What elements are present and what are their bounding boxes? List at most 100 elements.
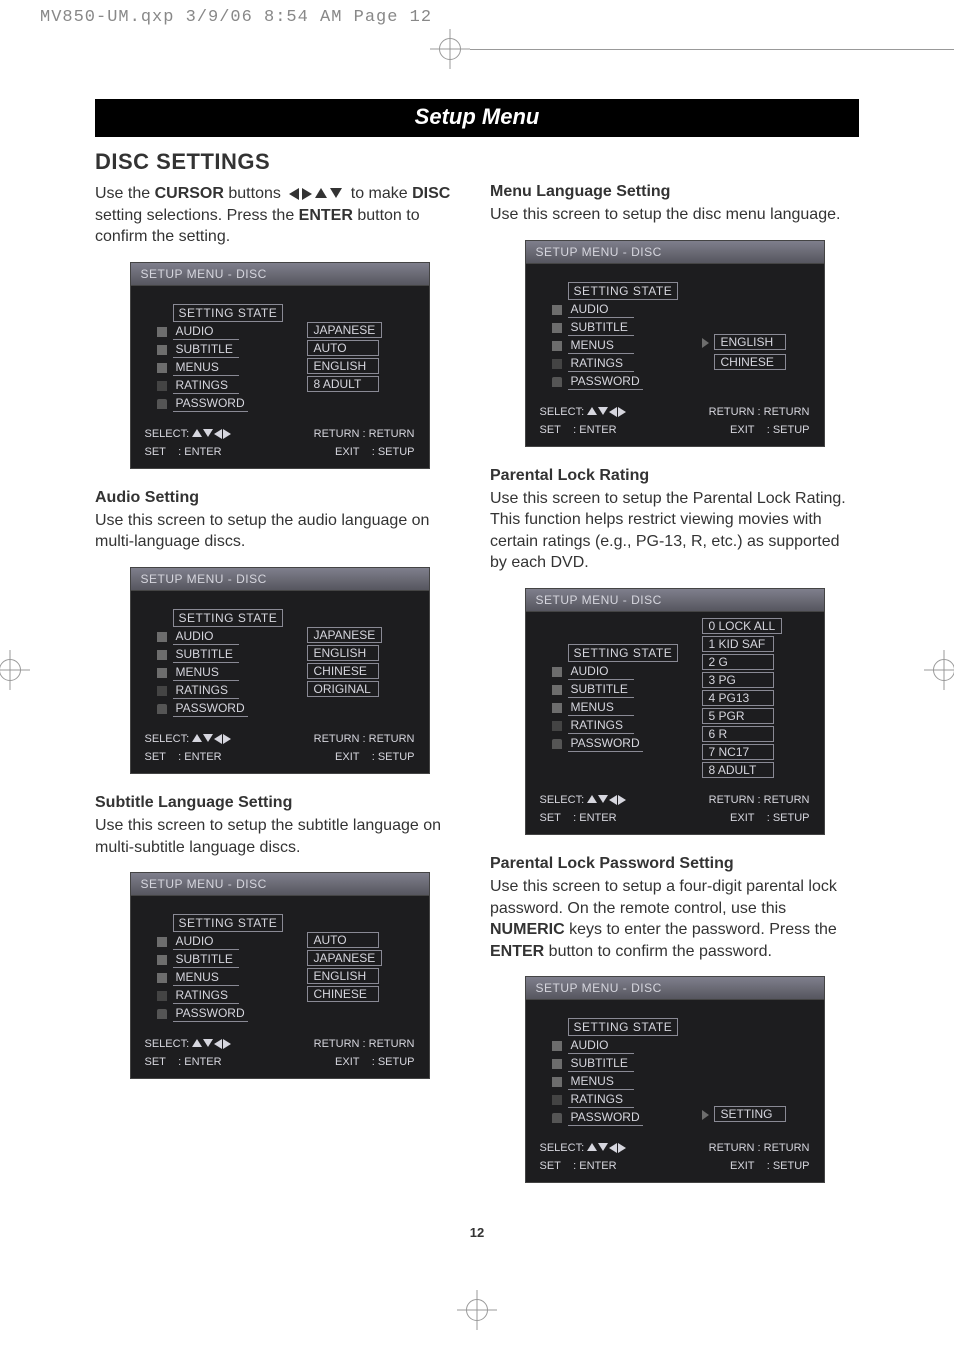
osd-rating: SETUP MENU - DISC SETTING STATE AUDIO SU… [525, 588, 825, 835]
osd-left-item: AUDIO [568, 664, 634, 680]
osd-footer-label: SELECT: [145, 733, 190, 745]
osd-footer-label: : ENTER [178, 1056, 221, 1068]
osd-val: ENGLISH [307, 645, 379, 661]
osd-val: 4 PG13 [702, 690, 774, 706]
osd-footer-label: EXIT [730, 812, 754, 824]
heading-subtitle: Subtitle Language Setting [95, 794, 464, 812]
osd-left-item: MENUS [568, 338, 634, 354]
osd-footer-label: RETURN : RETURN [709, 1142, 810, 1154]
osd-val: AUTO [307, 340, 379, 356]
osd-val: CHINESE [714, 354, 786, 370]
osd-left-item: AUDIO [173, 934, 239, 950]
osd-val: JAPANESE [307, 627, 383, 643]
osd-left-item: PASSWORD [568, 374, 643, 390]
osd-footer-label: : SETUP [372, 446, 415, 458]
body-menulang: Use this screen to setup the disc menu l… [490, 204, 859, 226]
register-mark-bottom [457, 1290, 497, 1330]
osd-footer-label: SELECT: [540, 406, 585, 418]
text: Use the [95, 185, 155, 202]
osd-left-item: MENUS [173, 970, 239, 986]
osd-left-item: SUBTITLE [173, 342, 239, 358]
osd-footer-label: : SETUP [372, 751, 415, 763]
heading-disc-settings: DISC SETTINGS [95, 149, 464, 175]
osd-footer-label: EXIT [730, 424, 754, 436]
osd-left-head: SETTING STATE [173, 304, 284, 322]
heading-rating: Parental Lock Rating [490, 467, 859, 485]
osd-val: 0 LOCK ALL [702, 618, 783, 634]
text: to make [351, 185, 412, 202]
osd-left-item: PASSWORD [173, 396, 248, 412]
osd-footer-label: : SETUP [767, 1160, 810, 1172]
osd-title: SETUP MENU - DISC [130, 567, 430, 590]
pointer-icon [702, 1110, 709, 1120]
text: ENTER [299, 207, 353, 224]
osd-left-item: RATINGS [568, 356, 634, 372]
text: DISC [412, 185, 450, 202]
osd-footer-label: : ENTER [573, 1160, 616, 1172]
osd-left-head: SETTING STATE [568, 282, 679, 300]
page-number: 12 [95, 1225, 859, 1240]
osd-left-head: SETTING STATE [173, 609, 284, 627]
osd-val: 5 PGR [702, 708, 774, 724]
osd-footer-label: EXIT [335, 751, 359, 763]
body-rating: Use this screen to setup the Parental Lo… [490, 488, 859, 574]
osd-footer-label: : SETUP [767, 812, 810, 824]
osd-footer-label: : ENTER [178, 446, 221, 458]
osd-title: SETUP MENU - DISC [130, 872, 430, 895]
osd-footer-label: EXIT [730, 1160, 754, 1172]
osd-menulang: SETUP MENU - DISC SETTING STATE AUDIO SU… [525, 240, 825, 447]
osd-footer-label: : ENTER [573, 812, 616, 824]
intro-paragraph: Use the CURSOR buttons to make DISC sett… [95, 183, 464, 248]
osd-left-item: MENUS [173, 360, 239, 376]
osd-left-item: MENUS [173, 665, 239, 681]
osd-footer-label: SET [145, 1056, 166, 1068]
osd-val: CHINESE [307, 663, 379, 679]
heading-menulang: Menu Language Setting [490, 183, 859, 201]
text: NUMERIC [490, 921, 565, 938]
text: CURSOR [155, 185, 224, 202]
osd-footer-label: RETURN : RETURN [709, 794, 810, 806]
osd-left-item: SUBTITLE [173, 952, 239, 968]
osd-password: SETUP MENU - DISC SETTING STATE AUDIO SU… [525, 976, 825, 1183]
osd-val: 2 G [702, 654, 774, 670]
osd-val: 7 NC17 [702, 744, 774, 760]
header-slug: MV850-UM.qxp 3/9/06 8:54 AM Page 12 [40, 8, 432, 27]
osd-left-item: PASSWORD [568, 1110, 643, 1126]
osd-val: CHINESE [307, 986, 379, 1002]
osd-val: ENGLISH [714, 334, 786, 350]
osd-left-item: SUBTITLE [568, 1056, 634, 1072]
osd-footer-label: EXIT [335, 446, 359, 458]
osd-footer-label: RETURN : RETURN [709, 406, 810, 418]
osd-footer-label: SET [145, 751, 166, 763]
osd-val: AUTO [307, 932, 379, 948]
osd-footer-label: RETURN : RETURN [314, 1038, 415, 1050]
osd-val: JAPANESE [307, 950, 383, 966]
osd-val: 8 ADULT [702, 762, 774, 778]
osd-left-item: RATINGS [173, 683, 239, 699]
osd-val: SETTING [714, 1106, 786, 1122]
osd-val: ORIGINAL [307, 681, 379, 697]
osd-left-item: SUBTITLE [568, 320, 634, 336]
osd-left-item: AUDIO [568, 302, 634, 318]
heading-audio: Audio Setting [95, 489, 464, 507]
osd-footer-label: SELECT: [145, 1038, 190, 1050]
osd-left-head: SETTING STATE [173, 914, 284, 932]
arrow-icons [587, 407, 626, 417]
osd-val: ENGLISH [307, 968, 379, 984]
body-audio: Use this screen to setup the audio langu… [95, 510, 464, 553]
osd-val: 6 R [702, 726, 774, 742]
osd-left-item: RATINGS [173, 988, 239, 1004]
osd-val: 3 PG [702, 672, 774, 688]
osd-left-item: RATINGS [568, 718, 634, 734]
osd-left-item: PASSWORD [173, 701, 248, 717]
osd-title: SETUP MENU - DISC [525, 240, 825, 263]
osd-val: 8 ADULT [307, 376, 379, 392]
arrow-icons [192, 1039, 231, 1049]
osd-val: 1 KID SAF [702, 636, 774, 652]
osd-footer-label: : ENTER [573, 424, 616, 436]
osd-val: JAPANESE [307, 322, 383, 338]
osd-footer-label: SELECT: [145, 428, 190, 440]
osd-left-item: RATINGS [568, 1092, 634, 1108]
osd-left-item: MENUS [568, 1074, 634, 1090]
text: keys to enter the password. Press the [565, 921, 837, 938]
